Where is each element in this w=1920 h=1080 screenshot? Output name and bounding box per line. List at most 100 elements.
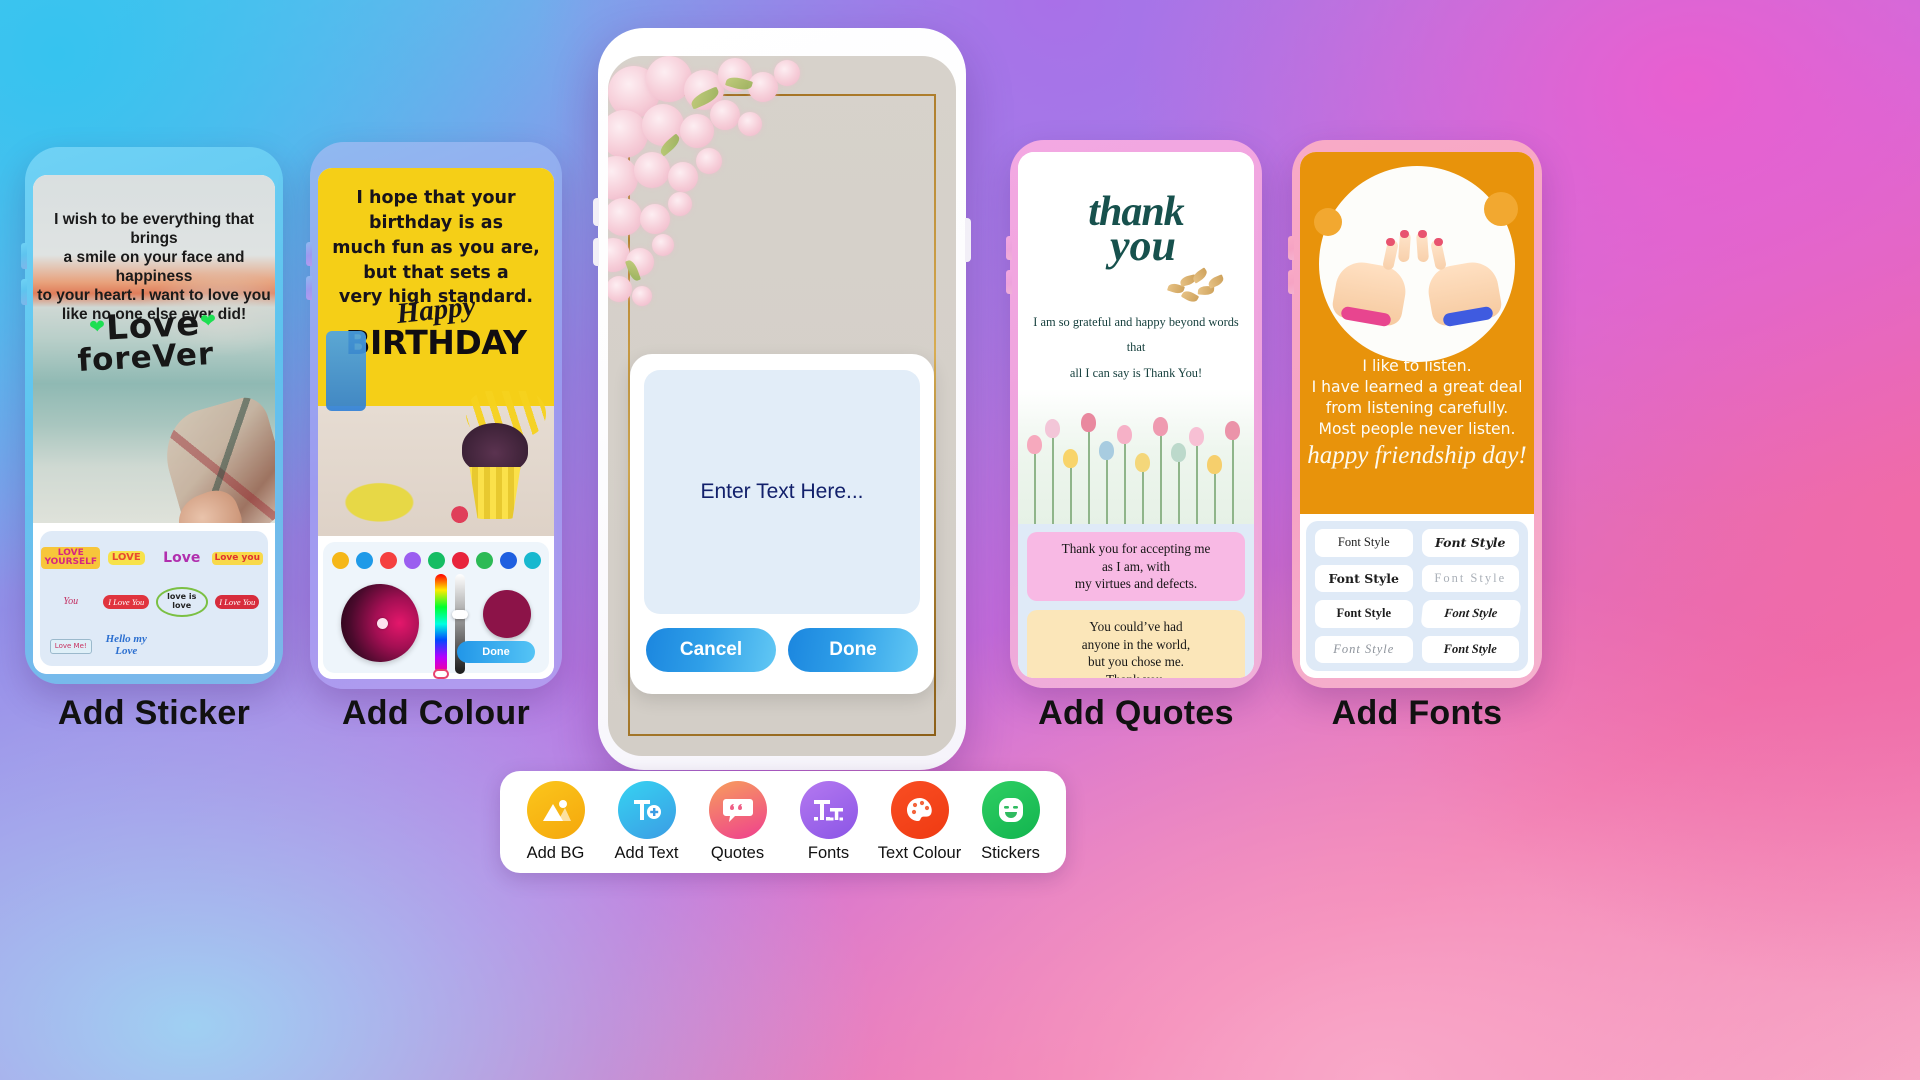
phone5-card-line-2: I have learned a great deal [1311, 378, 1523, 397]
toolbar-label: Text Colour [877, 844, 962, 862]
font-style-option[interactable]: Font Style [1315, 529, 1413, 557]
sticker-item[interactable]: Love [156, 537, 208, 579]
toolbar-label: Add BG [526, 844, 585, 862]
text-input-area[interactable]: Enter Text Here... [644, 370, 920, 614]
phone-add-colour: I hope that your birthday is as much fun… [306, 142, 562, 689]
brightness-slider-thumb[interactable] [452, 610, 468, 619]
done-button[interactable]: Done [788, 628, 918, 672]
toolbar-item-stickers[interactable]: Stickers [969, 781, 1053, 863]
font-style-option[interactable]: Font Style [1315, 564, 1413, 592]
swatch-purple[interactable] [403, 552, 421, 569]
swatch-red[interactable] [379, 552, 397, 569]
quote-card[interactable]: Thank you for accepting me as I am, with… [1027, 532, 1245, 602]
phone2-card-line-2: much fun as you are, [332, 237, 540, 258]
toolbar-item-fonts[interactable]: Fonts [787, 781, 871, 863]
font-style-option[interactable]: Font Style [1421, 635, 1519, 663]
phone4-body: thank you I am so grateful and happy bey… [1010, 140, 1262, 688]
phone3-screen: Enter Text Here... Cancel Done [608, 56, 956, 756]
phone2-hue-slider[interactable] [433, 574, 449, 679]
swatch-indigo[interactable] [499, 552, 517, 569]
heart-icon: ❤ [88, 315, 107, 339]
phone3-volume-up-button[interactable] [593, 198, 599, 226]
font-size-icon [799, 781, 858, 839]
bottom-toolbar: Add BG Add Text Quotes Fonts Text Colour… [500, 771, 1066, 873]
phone2-swatch-row [323, 552, 549, 569]
sticker-item[interactable]: I Love You [211, 581, 263, 623]
phone2-body: I hope that your birthday is as much fun… [310, 142, 562, 689]
phone1-quote-line-3: to your heart. I want to love you [37, 286, 271, 304]
font-style-option[interactable]: Font Style [1420, 600, 1521, 628]
font-style-option[interactable]: Font Style [1315, 635, 1413, 663]
phone-add-fonts: I like to listen. I have learned a great… [1288, 140, 1542, 688]
font-style-option[interactable]: Font Style [1421, 529, 1519, 557]
phone2-screen: I hope that your birthday is as much fun… [318, 168, 554, 679]
sticker-label: Hello my Love [105, 633, 147, 657]
phone5-card-text: I like to listen. I have learned a great… [1306, 356, 1528, 440]
sticker-item[interactable]: You [45, 581, 97, 623]
swatch-blue[interactable] [355, 552, 373, 569]
phone2-colour-picker-panel: Done [318, 536, 554, 679]
quote-line: anyone in the world, [1081, 636, 1191, 652]
phone3-volume-down-button[interactable] [593, 238, 599, 266]
hue-slider-thumb[interactable] [433, 669, 449, 679]
colour-wheel-knob[interactable] [376, 618, 388, 630]
caption-add-colour: Add Colour [341, 694, 531, 732]
swatch-teal[interactable] [523, 552, 541, 569]
phone2-card-line-3: but that sets a [363, 262, 509, 283]
pinky-promise-icon [1329, 218, 1505, 338]
sticker-item[interactable]: Hello my Love [100, 625, 152, 667]
cupcake-top [462, 423, 528, 473]
cancel-button[interactable]: Cancel [646, 628, 776, 672]
quote-card[interactable]: You could’ve had anyone in the world, bu… [1027, 610, 1245, 678]
text-entry-dialog: Enter Text Here... Cancel Done [630, 354, 934, 694]
swatch-emerald[interactable] [475, 552, 493, 569]
phone1-sticker-grid: LOVE YOURSELF LOVE Love Love you You I L… [40, 531, 268, 666]
toolbar-item-quotes[interactable]: Quotes [696, 781, 780, 863]
phone4-screen: thank you I am so grateful and happy bey… [1018, 152, 1254, 678]
sticker-item[interactable]: love is love [155, 581, 208, 623]
heart-icon: ❤ [199, 309, 218, 333]
phone2-colour-wheel[interactable] [341, 584, 419, 662]
sticker-label: I Love You [215, 594, 260, 610]
swatch-green[interactable] [427, 552, 445, 569]
sticker-label: LOVE YOURSELF [41, 546, 101, 570]
phone3-power-button[interactable] [965, 218, 971, 262]
phone2-photo-blue-object [326, 331, 366, 411]
font-style-option[interactable]: Font Style [1315, 600, 1413, 628]
phone4-subtitle-line-2: all I can say is Thank You! [1069, 365, 1203, 380]
swatch-yellow[interactable] [331, 552, 349, 569]
dialog-button-row: Cancel Done [644, 628, 920, 672]
sticker-label: LOVE [107, 551, 145, 565]
sticker-item[interactable]: LOVE [100, 537, 152, 579]
swatch-crimson[interactable] [451, 552, 469, 569]
quote-line: Thank you. [1033, 671, 1239, 678]
phone2-photo [318, 331, 554, 536]
phone4-subtitle-line-1: I am so grateful and happy beyond words … [1033, 315, 1239, 355]
phone4-title: thank you [1018, 188, 1254, 271]
sticker-label: Love [163, 550, 201, 566]
quote-line: You could’ve had [1089, 619, 1183, 635]
sticker-label: You [63, 596, 79, 607]
phone2-photo-cupcake [456, 423, 534, 533]
sticker-item[interactable]: Love you [211, 537, 263, 579]
sticker-item[interactable]: I Love You [100, 581, 152, 623]
phone4-title-line-2: you [1110, 221, 1176, 270]
toolbar-item-text-colour[interactable]: Text Colour [878, 781, 962, 863]
phone5-font-grid: Font Style Font Style Font Style Font St… [1306, 521, 1528, 671]
phone2-done-button[interactable]: Done [457, 641, 535, 663]
sticker-item[interactable]: LOVE YOURSELF [41, 537, 101, 579]
phone5-font-panel: Font Style Font Style Font Style Font St… [1300, 514, 1534, 678]
sticker-label: love is love [155, 587, 208, 617]
phone-add-sticker: I wish to be everything that brings a sm… [21, 147, 283, 684]
palette-icon [890, 781, 949, 839]
toolbar-label: Fonts [807, 844, 850, 862]
font-style-option[interactable]: Font Style [1421, 564, 1519, 592]
quote-line: but you chose me. [1088, 654, 1184, 670]
phone5-script-line: happy friendship day! [1307, 442, 1527, 469]
phone4-subtitle: I am so grateful and happy beyond words … [1026, 310, 1246, 386]
sticker-label: I Love You [103, 594, 150, 610]
toolbar-item-add-bg[interactable]: Add BG [514, 781, 598, 863]
sticker-item[interactable]: Love Me! [45, 625, 97, 667]
toolbar-item-add-text[interactable]: Add Text [605, 781, 689, 863]
sticker-item-empty [211, 625, 263, 667]
